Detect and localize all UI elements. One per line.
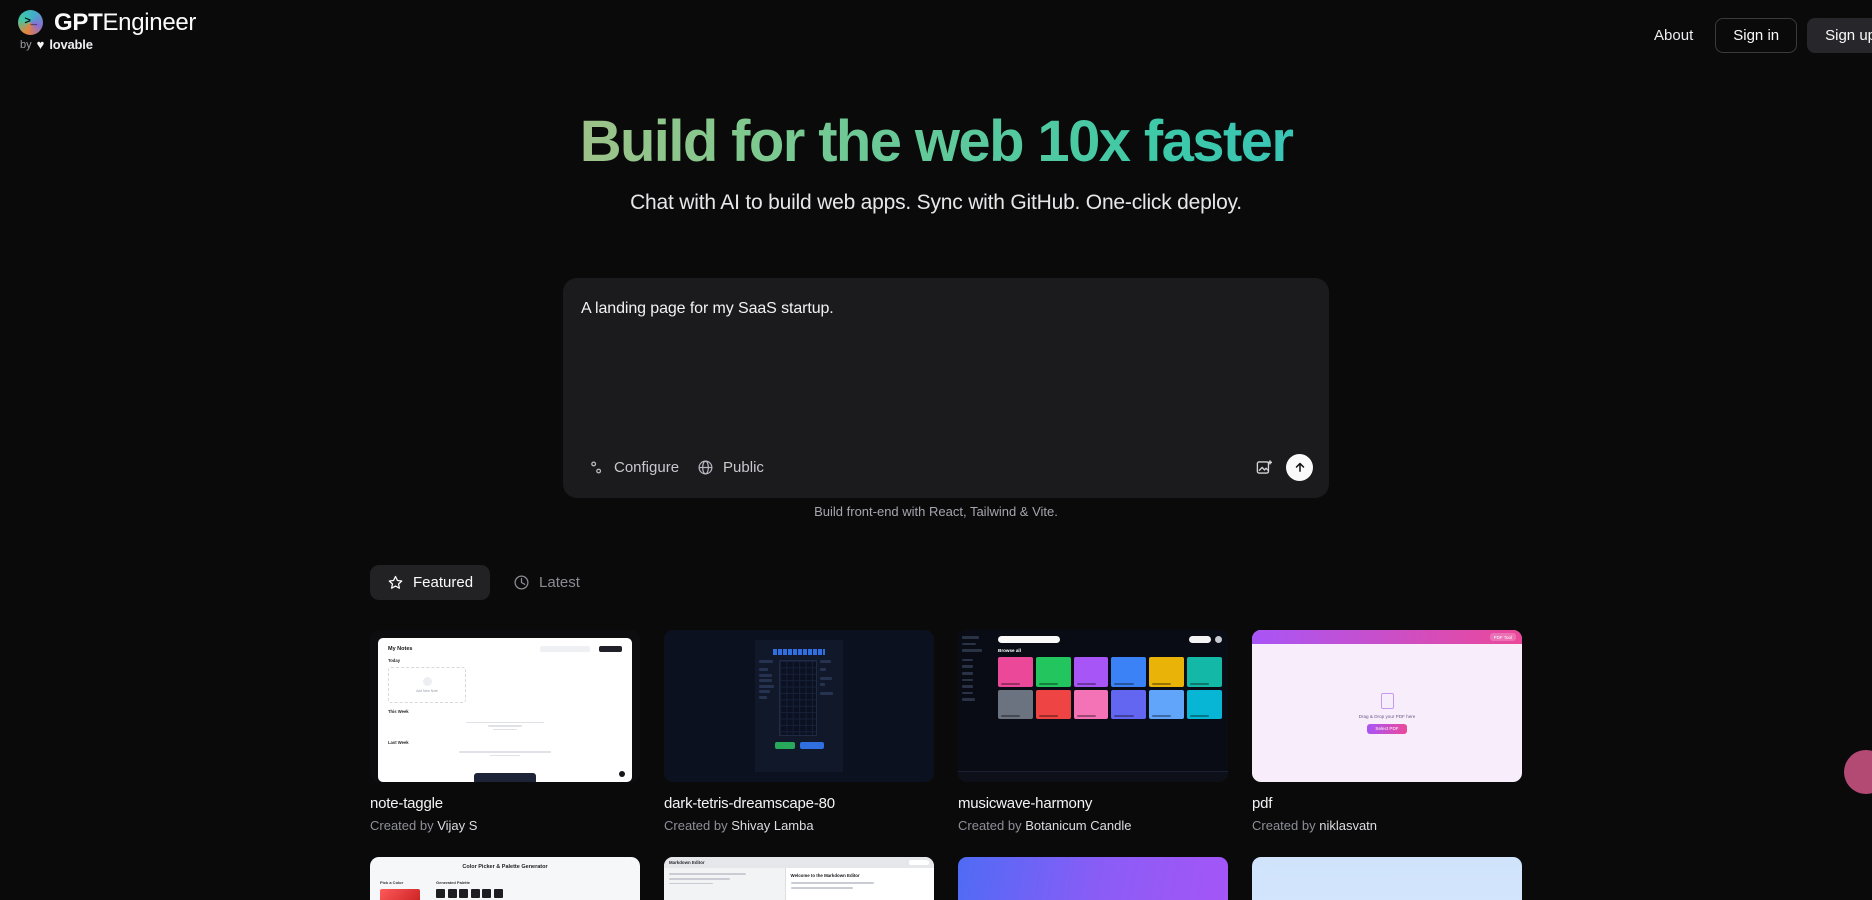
album-tile <box>1111 689 1147 720</box>
created-by-label: Created by <box>370 818 434 833</box>
album-tile <box>1187 657 1222 687</box>
project-title: dark-tetris-dreamscape-80 <box>664 795 835 812</box>
prompt-composer[interactable]: A landing page for my SaaS startup. Conf… <box>563 278 1329 498</box>
add-image-icon[interactable] <box>1255 458 1274 477</box>
thumb-browse-label: Browse all <box>998 648 1021 653</box>
thumb-preview-heading: Welcome to the Markdown Editor <box>790 873 860 878</box>
chat-bubble-icon[interactable] <box>1844 750 1872 794</box>
sliders-icon <box>591 460 602 474</box>
thumb-new-note: Add New Note <box>416 689 438 693</box>
hero-subtitle: Chat with AI to build web apps. Sync wit… <box>630 190 1242 214</box>
thumb-label-2: Generated Palette <box>436 880 471 885</box>
project-author: Created by Vijay S <box>370 818 640 833</box>
prompt-actions <box>1255 453 1313 481</box>
created-by-label: Created by <box>958 818 1022 833</box>
submit-prompt-button[interactable] <box>1286 453 1313 481</box>
thumb-caption: Drag & Drop your PDF here <box>1358 713 1416 719</box>
tab-featured[interactable]: Featured <box>370 565 491 600</box>
page-title: Build for the web 10x faster <box>0 109 1872 175</box>
created-by-label: Created by <box>1252 818 1316 833</box>
clock-icon <box>514 575 529 590</box>
by-label: by <box>20 38 32 51</box>
thumb-section-3: Last Week <box>388 740 409 746</box>
site-header: >_ GPTEngineer by ♥ lovable About Sign i… <box>0 0 1872 72</box>
project-thumbnail <box>958 857 1228 900</box>
album-tile <box>1111 657 1147 687</box>
sign-in-button[interactable]: Sign in <box>1715 18 1798 53</box>
album-tile <box>998 689 1033 720</box>
brand-name: GPTEngineer <box>54 8 197 36</box>
brand-logo[interactable]: >_ GPTEngineer by ♥ lovable <box>18 10 196 52</box>
project-author: Created by Shivay Lamba <box>664 818 934 833</box>
star-icon <box>388 575 403 589</box>
visibility-label: Public <box>723 458 764 476</box>
thumb-label-1: Pick a Color <box>380 880 404 885</box>
project-card[interactable]: dark-tetris-dreamscape-80 Created by Shi… <box>664 630 934 833</box>
project-card[interactable] <box>1252 857 1522 900</box>
project-thumbnail: My Notes Today Add New Note This Week La… <box>370 630 640 782</box>
tab-latest-label: Latest <box>539 574 580 591</box>
album-tile <box>1035 657 1071 687</box>
brand-byline: by ♥ lovable <box>20 37 196 52</box>
thumb-badge: PDF Tool <box>1489 633 1516 641</box>
thumb-app-title: Color Picker & Palette Generator <box>462 864 548 870</box>
hero-section: Build for the web 10x faster Chat with A… <box>0 109 1872 215</box>
configure-label: Configure <box>614 458 680 476</box>
album-tile <box>1073 657 1109 687</box>
tab-featured-label: Featured <box>413 574 474 591</box>
document-icon <box>1380 692 1394 709</box>
stack-note: Build front-end with React, Tailwind & V… <box>814 504 1058 519</box>
configure-button[interactable]: Configure <box>579 453 688 482</box>
heart-icon: ♥ <box>36 37 45 52</box>
prompt-input[interactable]: A landing page for my SaaS startup. <box>579 300 1313 318</box>
project-card[interactable]: Markdown Editor Welcome to the Markdown … <box>664 857 934 900</box>
lovable-label: lovable <box>49 37 93 52</box>
project-author: Created by niklasvatn <box>1252 818 1522 833</box>
project-card[interactable]: Browse all musicwave-harmony Created by … <box>958 630 1228 833</box>
thumb-section-2: This Week <box>388 709 409 714</box>
project-thumbnail: Color Picker & Palette Generator Pick a … <box>370 857 640 900</box>
author-name: Vijay S <box>437 818 478 833</box>
sign-up-button[interactable]: Sign up <box>1807 18 1872 53</box>
project-thumbnail <box>1252 857 1522 900</box>
arrow-up-icon <box>1295 462 1304 472</box>
visibility-button[interactable]: Public <box>688 453 773 482</box>
project-title: pdf <box>1252 795 1273 812</box>
album-tile <box>1035 689 1071 720</box>
project-thumbnail <box>664 630 934 782</box>
project-card[interactable]: Color Picker & Palette Generator Pick a … <box>370 857 640 900</box>
project-card[interactable]: PDF Tool Drag & Drop your PDF here Selec… <box>1252 630 1522 833</box>
album-tile <box>998 657 1033 687</box>
header-nav: About Sign in Sign up <box>1642 10 1872 53</box>
album-tile <box>1073 689 1109 720</box>
project-card[interactable]: My Notes Today Add New Note This Week La… <box>370 630 640 833</box>
album-tile <box>1187 689 1222 720</box>
project-thumbnail: PDF Tool Drag & Drop your PDF here Selec… <box>1252 630 1522 782</box>
created-by-label: Created by <box>664 818 728 833</box>
album-tile <box>1149 689 1185 720</box>
project-author: Created by Botanicum Candle <box>958 818 1228 833</box>
terminal-prompt-icon: >_ <box>18 10 43 35</box>
project-thumbnail: Markdown Editor Welcome to the Markdown … <box>664 857 934 900</box>
project-filter-tabs: Featured Latest <box>370 565 597 600</box>
thumb-app-title: Markdown Editor <box>669 860 705 865</box>
prompt-toolbar: Configure Public <box>579 450 1313 484</box>
tab-latest[interactable]: Latest <box>496 565 597 600</box>
author-name: niklasvatn <box>1319 818 1378 833</box>
author-name: Shivay Lamba <box>731 818 814 833</box>
thumb-section-1: Today <box>388 658 401 663</box>
project-title: note-taggle <box>370 795 443 812</box>
globe-icon <box>698 460 713 474</box>
project-thumbnail: Browse all <box>958 630 1228 782</box>
project-grid: My Notes Today Add New Note This Week La… <box>370 630 1522 900</box>
project-card[interactable] <box>958 857 1228 900</box>
about-link[interactable]: About <box>1642 19 1705 52</box>
brand-name-bold: GPT <box>54 8 103 36</box>
author-name: Botanicum Candle <box>1025 818 1132 833</box>
album-tile <box>1149 657 1185 687</box>
album-tile-grid <box>998 657 1222 720</box>
thumb-select-button: Select PDF <box>1367 723 1407 734</box>
project-title: musicwave-harmony <box>958 795 1093 812</box>
brand-name-rest: Engineer <box>102 8 197 36</box>
